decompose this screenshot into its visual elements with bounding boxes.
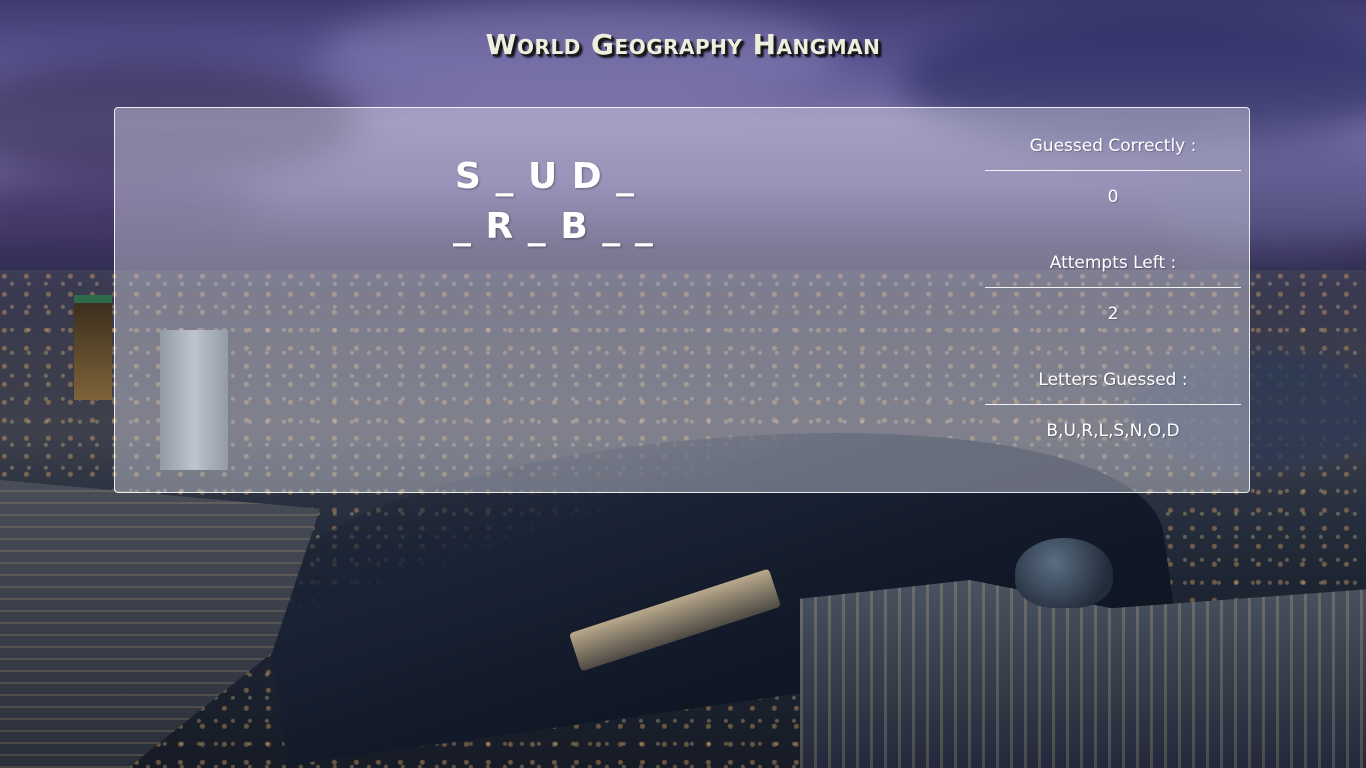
letters-guessed-label: Letters Guessed : bbox=[985, 370, 1241, 405]
guessed-correctly-value: 0 bbox=[1107, 187, 1119, 207]
attempts-left-stat: Attempts Left : 2 bbox=[985, 253, 1241, 336]
word-display: S _ U D _ _ R _ B _ _ bbox=[415, 152, 695, 252]
game-panel: S _ U D _ _ R _ B _ _ Guessed Correctly … bbox=[114, 107, 1250, 493]
guessed-correctly-stat: Guessed Correctly : 0 bbox=[985, 136, 1241, 219]
letters-guessed-value: B,U,R,L,S,N,O,D bbox=[1046, 421, 1180, 441]
attempts-left-label: Attempts Left : bbox=[985, 253, 1241, 288]
stats-panel: Guessed Correctly : 0 Attempts Left : 2 … bbox=[985, 136, 1241, 487]
page-title: World Geography Hangman bbox=[485, 28, 881, 61]
word-line: S _ U D _ bbox=[455, 156, 636, 197]
skyscraper bbox=[74, 295, 112, 400]
attempts-left-value: 2 bbox=[1107, 304, 1119, 324]
letters-guessed-stat: Letters Guessed : B,U,R,L,S,N,O,D bbox=[985, 370, 1241, 453]
word-line: _ R _ B _ _ bbox=[453, 206, 654, 247]
guessed-correctly-label: Guessed Correctly : bbox=[985, 136, 1241, 171]
buildings-right bbox=[800, 580, 1366, 768]
dome-building bbox=[1015, 538, 1113, 608]
